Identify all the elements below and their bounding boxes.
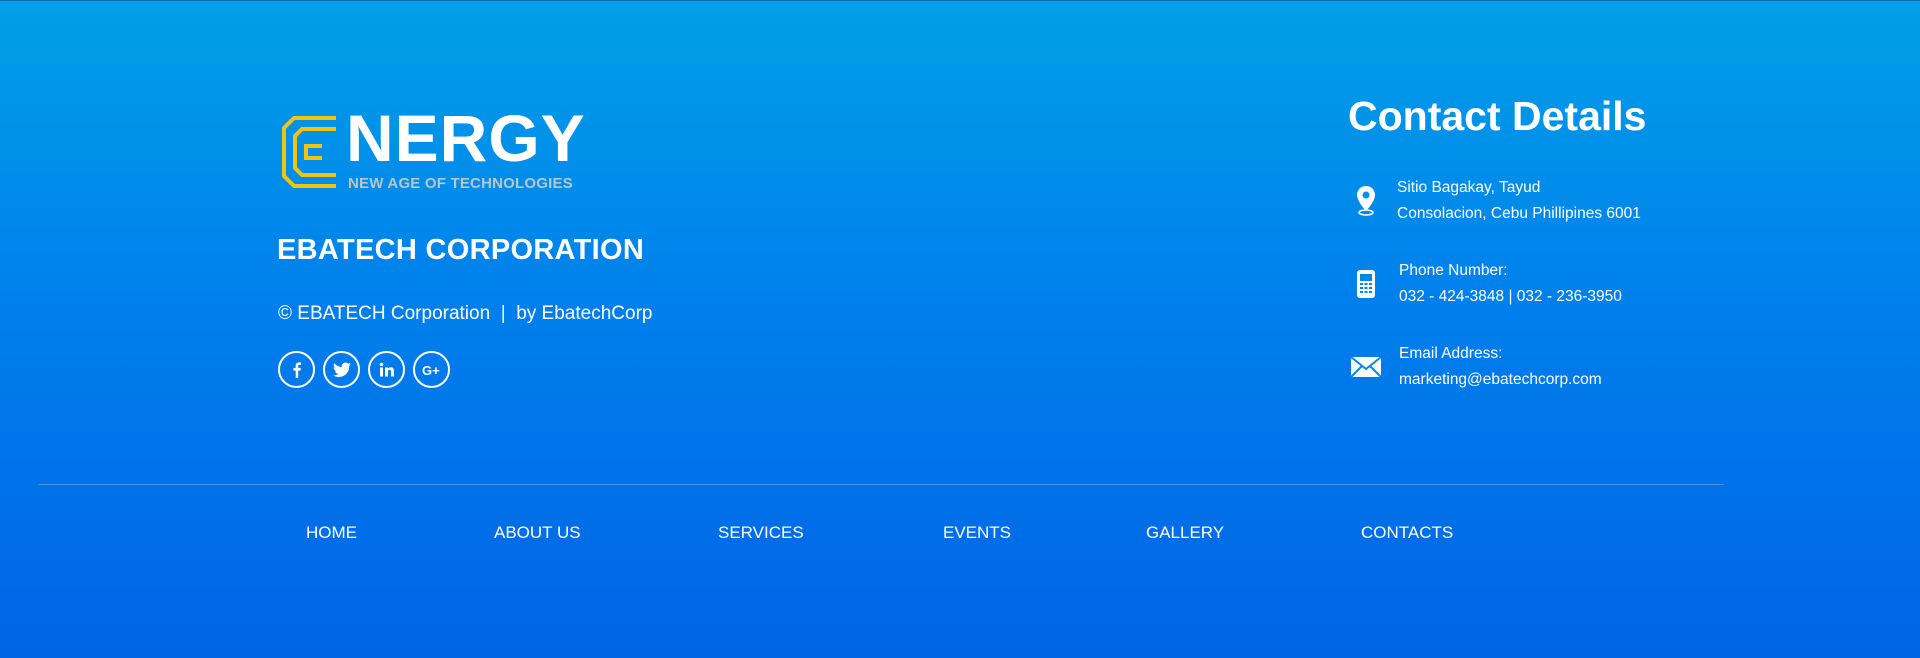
mobile-phone-icon [1348, 266, 1384, 302]
address-text: Sitio Bagakay, Tayud Consolacion, Cebu P… [1397, 175, 1641, 227]
linkedin-link[interactable] [368, 351, 405, 388]
email-value[interactable]: marketing@ebatechcorp.com [1399, 367, 1602, 393]
nav-services[interactable]: SERVICES [718, 523, 804, 543]
site-footer: NERGY NEW AGE OF TECHNOLOGIES EBATECH CO… [0, 0, 1920, 658]
phone-label: Phone Number: [1399, 262, 1508, 279]
svg-text:G+: G+ [422, 363, 440, 378]
footer-divider [38, 484, 1724, 485]
contact-details-title: Contact Details [1348, 93, 1647, 139]
phone-value[interactable]: 032 - 424-3848 | 032 - 236-3950 [1399, 284, 1622, 310]
twitter-link[interactable] [323, 351, 360, 388]
copyright-text: © EBATECH Corporation | by EbatechCorp [278, 303, 653, 324]
google-plus-link[interactable]: G+ [413, 351, 450, 388]
energy-logo[interactable]: NERGY NEW AGE OF TECHNOLOGIES [278, 105, 598, 196]
contact-phone: Phone Number: 032 - 424-3848 | 032 - 236… [1348, 258, 1622, 310]
envelope-icon [1348, 349, 1384, 385]
email-label: Email Address: [1399, 345, 1503, 362]
contact-email: Email Address: marketing@ebatechcorp.com [1348, 341, 1602, 393]
logo-e-mark-icon [282, 116, 336, 188]
location-pin-icon [1348, 183, 1384, 219]
logo-tagline: NEW AGE OF TECHNOLOGIES [348, 175, 573, 192]
nav-events[interactable]: EVENTS [943, 523, 1011, 543]
email-text: Email Address: marketing@ebatechcorp.com [1399, 341, 1602, 393]
company-name: EBATECH CORPORATION [277, 234, 645, 266]
address-line-2: Consolacion, Cebu Phillipines 6001 [1397, 205, 1641, 222]
social-links: G+ [278, 351, 450, 388]
facebook-icon [292, 361, 301, 378]
address-line-1: Sitio Bagakay, Tayud [1397, 179, 1541, 196]
nav-home[interactable]: HOME [306, 523, 357, 543]
nav-about-us[interactable]: ABOUT US [494, 523, 581, 543]
phone-text: Phone Number: 032 - 424-3848 | 032 - 236… [1399, 258, 1622, 310]
facebook-link[interactable] [278, 351, 315, 388]
footer-nav: HOME ABOUT US SERVICES EVENTS GALLERY CO… [0, 523, 1920, 547]
twitter-icon [332, 362, 351, 377]
logo-wordmark: NERGY [346, 101, 586, 175]
contact-address: Sitio Bagakay, Tayud Consolacion, Cebu P… [1348, 175, 1641, 227]
google-plus-icon: G+ [422, 363, 440, 378]
nav-contacts[interactable]: CONTACTS [1361, 523, 1453, 543]
linkedin-icon [379, 362, 394, 376]
nav-gallery[interactable]: GALLERY [1146, 523, 1224, 543]
